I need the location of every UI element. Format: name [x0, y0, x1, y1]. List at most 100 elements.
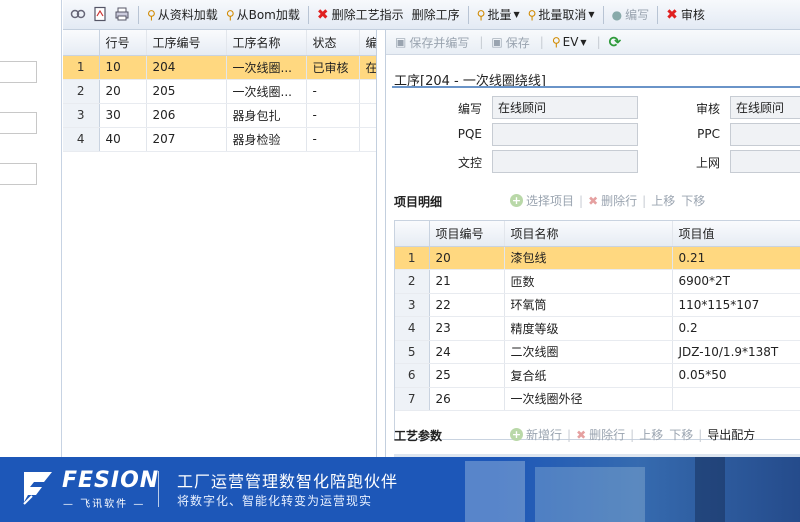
doc-control-field[interactable] — [492, 150, 638, 173]
extra-cell: 在 — [359, 55, 376, 80]
table-row[interactable]: 4 23 精度等级 0.2 — [395, 316, 800, 341]
params-section-title: 工艺参数 — [394, 429, 443, 443]
delete-instruction-button[interactable]: ✖ 删除工艺指示 — [314, 4, 407, 26]
item-value-cell[interactable]: JDZ-10/1.9*138T — [672, 340, 800, 364]
column-header[interactable]: 行号 — [99, 30, 147, 56]
wand-icon: ⚲ — [476, 7, 486, 22]
delete-process-button[interactable]: 删除工序 — [409, 4, 463, 26]
move-down-button[interactable]: 下移 — [681, 192, 705, 209]
process-grid: 行号 工序编号 工序名称 状态 编 1 10 204 一次线圈... 已审核 在… — [63, 30, 377, 457]
pqe-field[interactable] — [492, 123, 638, 146]
item-name-cell: 一次线圈外径 — [504, 387, 673, 411]
print-icon[interactable] — [113, 6, 131, 24]
ppc-field[interactable] — [730, 123, 800, 146]
table-row[interactable]: 2 20 205 一次线圈... - — [63, 79, 376, 104]
banner-photo — [395, 457, 800, 522]
items-section-title: 项目明细 — [394, 195, 443, 209]
online-field[interactable] — [730, 150, 800, 173]
ev-button[interactable]: ⚲ EV ▼ — [549, 31, 590, 53]
column-header[interactable]: 项目名称 — [504, 221, 673, 247]
edit-button[interactable]: ● 编写 — [609, 4, 653, 26]
left-input-1[interactable] — [0, 61, 37, 83]
batch-cancel-button[interactable]: ⚲ 批量取消 ▼ — [525, 4, 598, 26]
pdf-icon[interactable] — [91, 6, 109, 24]
toolbar-separator: | — [698, 427, 703, 442]
batch-button[interactable]: ⚲ 批量 ▼ — [474, 4, 523, 26]
left-input-3[interactable] — [0, 163, 37, 185]
row-number: 3 — [63, 103, 100, 128]
item-value-cell[interactable]: 0.2 — [672, 316, 800, 341]
item-value-cell[interactable] — [672, 387, 800, 411]
row-number: 2 — [395, 269, 430, 294]
ev-label: EV — [562, 35, 579, 49]
save-and-edit-button[interactable]: ▣ 保存并编写 — [392, 31, 472, 53]
toolbar-separator: | — [579, 193, 584, 208]
move-up-button[interactable]: 上移 — [639, 426, 663, 443]
item-name-cell: 精度等级 — [504, 316, 673, 341]
writer-field[interactable]: 在线顾问 — [492, 96, 638, 119]
delete-row-button[interactable]: ✖ 删除行 — [576, 426, 625, 443]
link-icon[interactable] — [69, 6, 87, 24]
add-icon: + — [510, 428, 523, 441]
chevron-down-icon: ▼ — [588, 10, 595, 19]
item-value-cell[interactable]: 0.05*50 — [672, 363, 800, 388]
left-input-2[interactable] — [0, 112, 37, 134]
load-from-data-button[interactable]: ⚲ 从资料加载 — [144, 4, 221, 26]
table-row[interactable]: 1 20 漆包线 0.21 — [395, 246, 800, 270]
table-row[interactable]: 1 10 204 一次线圈... 已审核 在 — [63, 55, 376, 80]
table-row[interactable]: 2 21 匝数 6900*2T — [395, 269, 800, 294]
move-down-button[interactable]: 下移 — [669, 426, 693, 443]
name-cell: 器身检验 — [226, 127, 307, 152]
refresh-icon[interactable]: ⟳ — [606, 31, 625, 53]
item-value-cell[interactable]: 6900*2T — [672, 269, 800, 294]
code-cell: 205 — [146, 79, 227, 104]
extra-cell — [359, 79, 376, 104]
row-number: 2 — [63, 79, 100, 104]
item-value-cell[interactable]: 0.21 — [672, 246, 800, 270]
logo-text: FESION — [62, 468, 160, 493]
reviewer-field[interactable]: 在线顾问 — [730, 96, 800, 119]
batch-cancel-label: 批量取消 — [538, 8, 587, 22]
table-row[interactable]: 7 26 一次线圈外径 — [395, 387, 800, 411]
wand-icon: ⚲ — [551, 35, 561, 49]
column-header[interactable]: 编 — [359, 30, 376, 56]
add-row-button[interactable]: + 新增行 — [510, 426, 562, 443]
column-header[interactable]: 项目编号 — [429, 221, 505, 247]
column-header[interactable]: 工序编号 — [146, 30, 227, 56]
row-number: 1 — [63, 55, 100, 80]
column-header[interactable]: 状态 — [306, 30, 360, 56]
code-cell: 204 — [146, 55, 227, 80]
item-name-cell: 匝数 — [504, 269, 673, 294]
toolbar-separator — [307, 5, 309, 24]
save-button[interactable]: ▣ 保存 — [488, 31, 532, 53]
table-row[interactable]: 4 40 207 器身检验 - — [63, 127, 376, 152]
delete-row-button[interactable]: ✖ 删除行 — [588, 192, 637, 209]
toolbar-separator: | — [596, 35, 601, 49]
review-button[interactable]: ✖ 审核 — [663, 4, 708, 26]
save-icon: ▣ — [491, 35, 503, 49]
table-row[interactable]: 3 22 环氧筒 110*115*107 — [395, 293, 800, 317]
wand-icon: ⚲ — [147, 7, 156, 22]
logo-icon — [23, 472, 52, 505]
table-row[interactable]: 5 24 二次线圈 JDZ-10/1.9*138T — [395, 340, 800, 364]
load-from-bom-button[interactable]: ⚲ 从Bom加载 — [223, 4, 303, 26]
item-name-cell: 漆包线 — [504, 246, 673, 270]
row-number-header — [63, 30, 100, 56]
select-item-label: 选择项目 — [526, 194, 575, 208]
items-grid: 项目编号 项目名称 项目值 1 20 漆包线 0.21 2 21 匝数 6900… — [394, 220, 800, 440]
export-recipe-button[interactable]: 导出配方 — [707, 426, 755, 443]
table-row[interactable]: 3 30 206 器身包扎 - — [63, 103, 376, 128]
save-label: 保存 — [505, 35, 530, 50]
table-row[interactable]: 6 25 复合纸 0.05*50 — [395, 363, 800, 388]
move-up-button[interactable]: 上移 — [651, 192, 675, 209]
item-code-cell: 21 — [429, 269, 505, 294]
column-header[interactable]: 工序名称 — [226, 30, 307, 56]
item-value-cell[interactable]: 110*115*107 — [672, 293, 800, 317]
row-number: 4 — [395, 316, 430, 341]
column-header[interactable]: 项目值 — [672, 221, 800, 247]
select-item-button[interactable]: + 选择项目 — [510, 192, 574, 209]
delete-instruction-label: 删除工艺指示 — [331, 8, 404, 22]
toolbar-separator: | — [567, 427, 572, 442]
process-detail-panel: ▣ 保存并编写 | ▣ 保存 | ⚲ EV ▼ | ⟳ 工序[204 - 一次线圈绕线]… — [385, 30, 800, 457]
brand-banner: FESION — 飞讯软件 — 工厂运营管理数智化陪跑伙伴 将数字化、智能化转变… — [0, 457, 800, 522]
